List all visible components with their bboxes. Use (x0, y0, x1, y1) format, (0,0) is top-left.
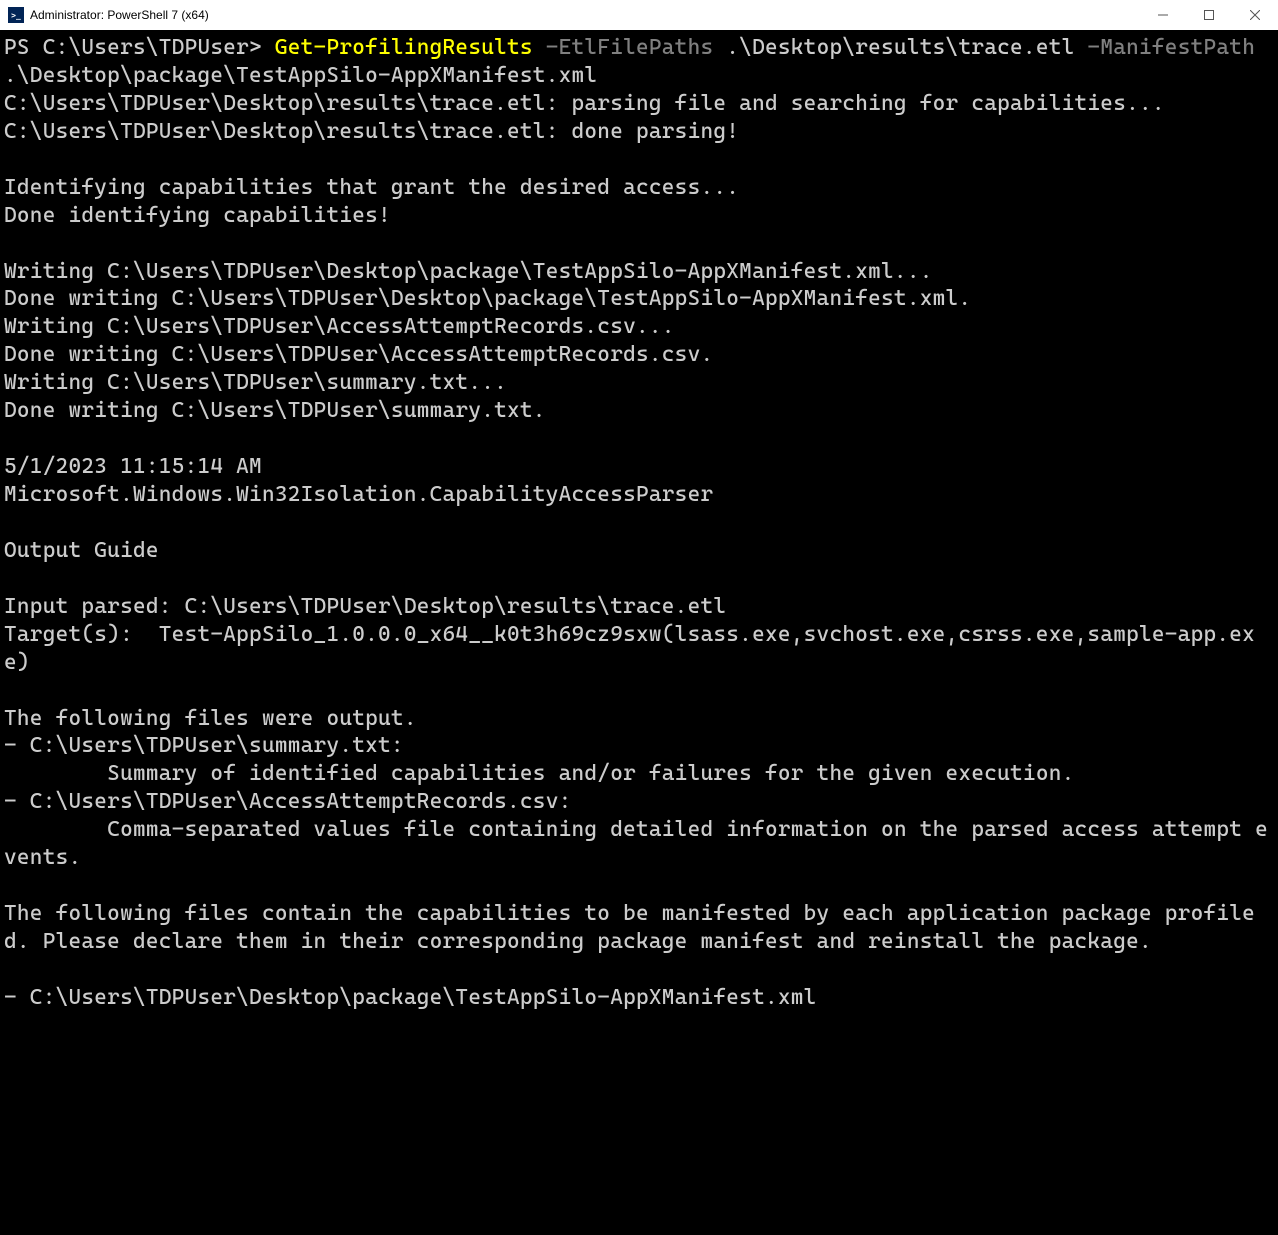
powershell-icon (8, 7, 24, 23)
param-etlfilepaths: -EtlFilePaths (533, 35, 726, 60)
maximize-button[interactable] (1186, 0, 1232, 30)
arg-etlpath: .\Desktop\results\trace.etl (726, 35, 1087, 60)
arg-manifestpath: .\Desktop\package\TestAppSilo-AppXManife… (4, 63, 597, 88)
cmdlet-name: Get-ProfilingResults (275, 35, 533, 60)
terminal-output: C:\Users\TDPUser\Desktop\results\trace.e… (4, 91, 1268, 1010)
window-controls (1140, 0, 1278, 30)
close-button[interactable] (1232, 0, 1278, 30)
minimize-button[interactable] (1140, 0, 1186, 30)
ps-prompt: PS C:\Users\TDPUser> (4, 35, 275, 60)
terminal-content[interactable]: PS C:\Users\TDPUser> Get-ProfilingResult… (0, 30, 1278, 1235)
param-manifestpath: -ManifestPath (1087, 35, 1268, 60)
window-titlebar: Administrator: PowerShell 7 (x64) (0, 0, 1278, 30)
window-title: Administrator: PowerShell 7 (x64) (30, 8, 209, 22)
titlebar-left: Administrator: PowerShell 7 (x64) (8, 7, 209, 23)
